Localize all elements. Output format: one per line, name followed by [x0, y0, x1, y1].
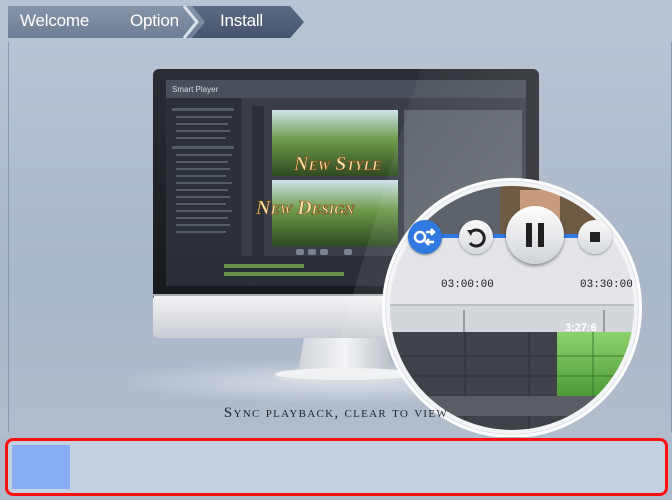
- undo-icon: [467, 228, 486, 248]
- monitor-illustration: Smart Player New Style New Design: [115, 69, 642, 438]
- promo-new-design: New Design: [255, 197, 355, 219]
- step-install: Install: [220, 11, 264, 30]
- sync-button[interactable]: [408, 220, 442, 254]
- install-hero-area: Smart Player New Style New Design 03:00:…: [0, 42, 672, 438]
- stop-button[interactable]: [578, 220, 612, 254]
- frame-edge-left: [8, 42, 9, 432]
- promo-new-style: New Style: [293, 153, 381, 175]
- stop-icon: [590, 232, 600, 242]
- step-welcome: Welcome: [20, 11, 90, 30]
- pause-icon: [526, 223, 544, 247]
- undo-button[interactable]: [459, 220, 493, 254]
- step-option: Option: [130, 11, 179, 30]
- app-title: Smart Player: [172, 85, 219, 94]
- feature-caption: Sync playback, clear to view: [223, 405, 449, 421]
- clip-time-label: 3:27:6: [565, 322, 597, 334]
- pause-button[interactable]: [506, 206, 564, 264]
- timeline-mark-2: 03:30:00: [580, 279, 633, 291]
- install-progress-bar: [5, 438, 668, 496]
- timeline-mark-1: 03:00:00: [441, 279, 494, 291]
- sync-icon: [413, 228, 436, 246]
- install-steps-header: Welcome Option Install: [0, 0, 672, 42]
- progress-fill: [12, 445, 70, 489]
